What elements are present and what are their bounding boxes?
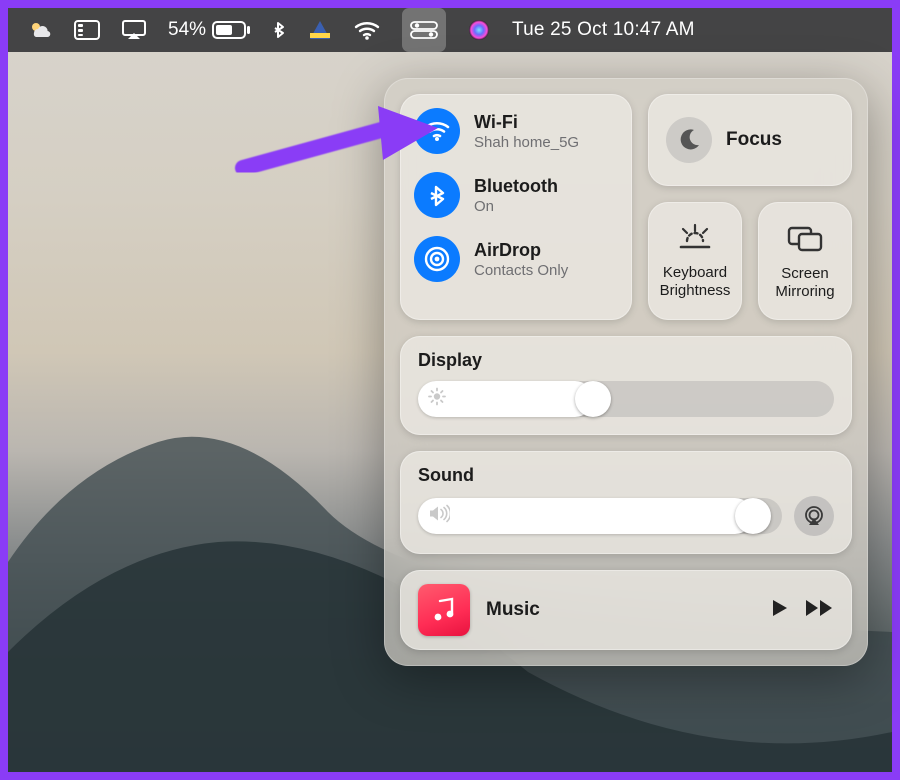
focus-label: Focus [726, 129, 782, 151]
battery-menubar[interactable]: 54% [168, 8, 250, 52]
connectivity-card: Wi-Fi Shah home_5G Bluetooth On [400, 94, 632, 320]
airdrop-toggle[interactable]: AirDrop Contacts Only [414, 236, 618, 282]
moon-icon [666, 117, 712, 163]
keyboard-brightness-button[interactable]: Keyboard Brightness [648, 202, 742, 320]
battery-percent-label: 54% [168, 19, 206, 41]
screen-mirroring-icon [785, 222, 825, 257]
weather-menubar-icon[interactable] [28, 8, 52, 52]
sun-icon [428, 388, 446, 411]
keyboard-brightness-icon [675, 223, 715, 256]
speaker-icon [428, 505, 450, 528]
siri-menubar-icon[interactable] [468, 8, 490, 52]
focus-button[interactable]: Focus [648, 94, 852, 186]
display-slider[interactable] [418, 381, 834, 417]
wifi-toggle[interactable]: Wi-Fi Shah home_5G [414, 108, 618, 154]
wifi-icon [414, 108, 460, 154]
control-center-menubar-icon[interactable] [402, 8, 446, 52]
keyboard-brightness-label: Keyboard Brightness [652, 264, 738, 299]
airdrop-icon [414, 236, 460, 282]
airdrop-title: AirDrop [474, 240, 568, 261]
bluetooth-subtitle: On [474, 198, 558, 215]
sound-card: Sound [400, 451, 852, 554]
sound-label: Sound [418, 465, 834, 486]
menu-bar: 54% Tue 25 Oct 10:47 AM [8, 8, 892, 52]
airplay-audio-button[interactable] [794, 496, 834, 536]
airplay-menubar-icon[interactable] [122, 8, 146, 52]
display-label: Display [418, 350, 834, 371]
sound-slider[interactable] [418, 498, 782, 534]
bluetooth-icon [414, 172, 460, 218]
control-center-panel: Wi-Fi Shah home_5G Bluetooth On [384, 78, 868, 666]
stage-manager-menubar-icon[interactable] [74, 8, 100, 52]
screenshot-frame: 54% Tue 25 Oct 10:47 AM [0, 0, 900, 780]
wifi-menubar-icon[interactable] [354, 8, 380, 52]
bluetooth-title: Bluetooth [474, 176, 558, 197]
now-playing-title: Music [486, 599, 752, 621]
wifi-title: Wi-Fi [474, 112, 579, 133]
menubar-datetime[interactable]: Tue 25 Oct 10:47 AM [512, 8, 695, 52]
screen-mirroring-label: Screen Mirroring [762, 265, 848, 300]
music-app-icon [418, 584, 470, 636]
app-menubar-icon[interactable] [308, 8, 332, 52]
screen-mirroring-button[interactable]: Screen Mirroring [758, 202, 852, 320]
play-button[interactable] [768, 597, 790, 624]
bluetooth-menubar-icon[interactable] [272, 8, 286, 52]
airdrop-subtitle: Contacts Only [474, 262, 568, 279]
display-card: Display [400, 336, 852, 435]
bluetooth-toggle[interactable]: Bluetooth On [414, 172, 618, 218]
now-playing-card[interactable]: Music [400, 570, 852, 650]
wifi-subtitle: Shah home_5G [474, 134, 579, 151]
next-track-button[interactable] [804, 597, 834, 624]
